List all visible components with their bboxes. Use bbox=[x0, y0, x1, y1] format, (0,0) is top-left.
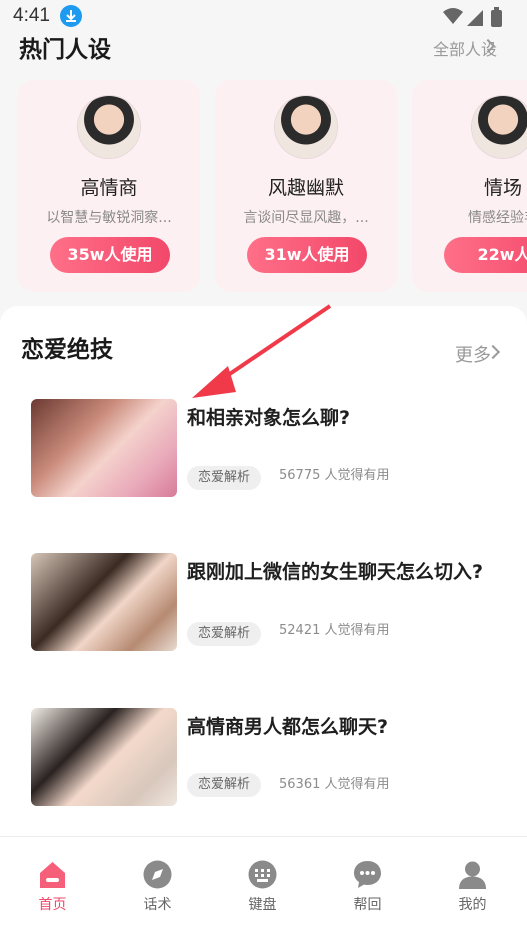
article-thumbnail bbox=[31, 553, 177, 651]
battery-icon bbox=[491, 10, 502, 27]
article-title: 跟刚加上微信的女生聊天怎么切入? bbox=[187, 561, 484, 583]
article-item[interactable]: 高情商男人都怎么聊天? 恋爱解析 56361 人觉得有用 bbox=[31, 708, 501, 808]
nav-reply-label: 帮回 bbox=[353, 897, 382, 913]
bottom-nav: 首页 话术 键盘 帮回 我的 bbox=[0, 836, 527, 936]
persona-usage-button[interactable]: 31w人使用 bbox=[247, 237, 367, 273]
persona-name: 高情商 bbox=[80, 177, 138, 199]
love-tips-title: 恋爱绝技 bbox=[21, 337, 113, 363]
article-tag: 恋爱解析 bbox=[187, 773, 262, 797]
more-link[interactable]: 更多 bbox=[455, 341, 491, 367]
persona-usage-button[interactable]: 22w人 bbox=[444, 237, 527, 273]
persona-name: 风趣幽默 bbox=[267, 177, 344, 199]
article-title: 和相亲对象怎么聊? bbox=[187, 407, 351, 429]
chat-bubble-icon bbox=[354, 861, 381, 888]
article-thumbnail bbox=[31, 399, 177, 497]
persona-avatar bbox=[472, 96, 527, 158]
nav-profile-label: 我的 bbox=[458, 897, 487, 913]
persona-carousel[interactable]: 高情商 以智慧与敏锐洞察... 35w人使用 风趣幽默 言谈间尽显风趣，... … bbox=[18, 80, 527, 292]
persona-avatar bbox=[275, 96, 337, 158]
persona-card[interactable]: 风趣幽默 言谈间尽显风趣，... 31w人使用 bbox=[215, 80, 397, 292]
article-tag: 恋爱解析 bbox=[187, 466, 262, 490]
article-useful-count: 56361 人觉得有用 bbox=[279, 777, 390, 792]
article-tag: 恋爱解析 bbox=[187, 622, 262, 646]
nav-home-label: 首页 bbox=[38, 897, 67, 913]
persona-desc: 情感经验丰 bbox=[468, 210, 527, 226]
nav-scripts[interactable]: 话术 bbox=[105, 837, 210, 936]
article-title: 高情商男人都怎么聊天? bbox=[187, 716, 389, 738]
article-item[interactable]: 和相亲对象怎么聊? 恋爱解析 56775 人觉得有用 bbox=[31, 399, 501, 499]
persona-desc: 言谈间尽显风趣，... bbox=[243, 210, 369, 226]
nav-scripts-label: 话术 bbox=[143, 897, 172, 913]
status-time: 4:41 bbox=[13, 5, 50, 26]
article-thumbnail bbox=[31, 708, 177, 806]
nav-home[interactable]: 首页 bbox=[0, 837, 105, 936]
user-icon bbox=[459, 861, 486, 889]
persona-desc: 以智慧与敏锐洞察... bbox=[46, 210, 172, 226]
nav-reply[interactable]: 帮回 bbox=[315, 837, 420, 936]
persona-avatar bbox=[78, 96, 140, 158]
persona-card[interactable]: 情场 情感经验丰 22w人 bbox=[412, 80, 527, 292]
persona-usage-button[interactable]: 35w人使用 bbox=[50, 237, 170, 273]
article-useful-count: 56775 人觉得有用 bbox=[279, 468, 390, 483]
nav-profile[interactable]: 我的 bbox=[420, 837, 525, 936]
hot-personas-title: 热门人设 bbox=[19, 37, 111, 63]
download-icon bbox=[60, 5, 82, 27]
article-item[interactable]: 跟刚加上微信的女生聊天怎么切入? 恋爱解析 52421 人觉得有用 bbox=[31, 553, 501, 653]
nav-keyboard[interactable]: 键盘 bbox=[210, 837, 315, 936]
status-icons bbox=[441, 6, 511, 32]
article-useful-count: 52421 人觉得有用 bbox=[279, 623, 390, 638]
nav-keyboard-label: 键盘 bbox=[248, 897, 277, 913]
compass-icon bbox=[143, 860, 172, 889]
home-icon bbox=[40, 862, 65, 888]
persona-card[interactable]: 高情商 以智慧与敏锐洞察... 35w人使用 bbox=[18, 80, 200, 292]
more-label: 更多 bbox=[455, 345, 491, 366]
wifi-icon bbox=[443, 8, 463, 24]
keyboard-icon bbox=[248, 860, 277, 889]
signal-icon bbox=[467, 10, 483, 26]
status-bar: 4:41 bbox=[0, 0, 527, 34]
persona-name: 情场 bbox=[483, 177, 522, 199]
